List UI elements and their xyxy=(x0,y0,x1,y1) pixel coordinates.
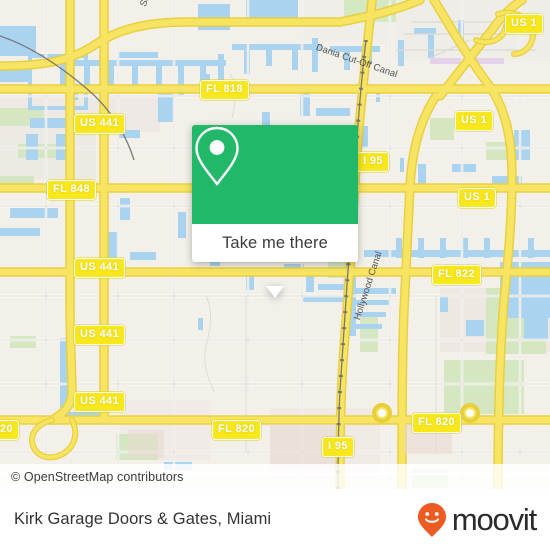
map-pin-icon xyxy=(195,126,239,186)
shield-us-441-b[interactable]: US 441 xyxy=(74,258,126,278)
moovit-map-screenshot: Dania Cut-Off Canal Hollywood Canal So U… xyxy=(0,0,550,550)
shield-us-441-d[interactable]: US 441 xyxy=(74,392,126,412)
shield-i-95-north[interactable]: I 95 xyxy=(357,152,389,172)
page-footer: Kirk Garage Doors & Gates, Miami moovit xyxy=(0,489,550,550)
moovit-pin-icon xyxy=(417,502,446,537)
map-canvas[interactable]: Dania Cut-Off Canal Hollywood Canal So U… xyxy=(0,0,550,489)
location-callout-card[interactable]: Take me there xyxy=(192,125,358,298)
moovit-logo[interactable]: moovit xyxy=(417,502,537,538)
map-attribution-bar: © OpenStreetMap contributors xyxy=(0,464,550,489)
take-me-there-label: Take me there xyxy=(222,233,328,252)
place-title: Kirk Garage Doors & Gates, Miami xyxy=(14,510,272,528)
shield-fl-820-east[interactable]: FL 820 xyxy=(412,413,462,433)
openstreetmap-attribution-text[interactable]: © OpenStreetMap contributors xyxy=(0,470,184,484)
callout-pointer-tail xyxy=(266,286,284,298)
shield-i-95-south[interactable]: I 95 xyxy=(322,437,354,457)
shield-fl-818[interactable]: FL 818 xyxy=(200,80,250,100)
shield-us-1-north[interactable]: US 1 xyxy=(505,14,544,34)
moovit-wordmark: moovit xyxy=(451,502,537,537)
shield-fl-848[interactable]: FL 848 xyxy=(47,180,97,200)
shield-us-441-a[interactable]: US 441 xyxy=(74,114,126,134)
shield-us-441-c[interactable]: US 441 xyxy=(74,325,126,345)
callout-icon-area xyxy=(192,125,358,224)
shield-us-1-south[interactable]: US 1 xyxy=(458,188,497,208)
callout-action-area[interactable]: Take me there xyxy=(192,224,358,262)
shield-fl-822[interactable]: FL 822 xyxy=(432,265,482,285)
shield-20-edge[interactable]: 20 xyxy=(0,420,20,440)
shield-us-1-mid[interactable]: US 1 xyxy=(455,111,494,131)
shield-fl-820-west[interactable]: FL 820 xyxy=(212,420,262,440)
